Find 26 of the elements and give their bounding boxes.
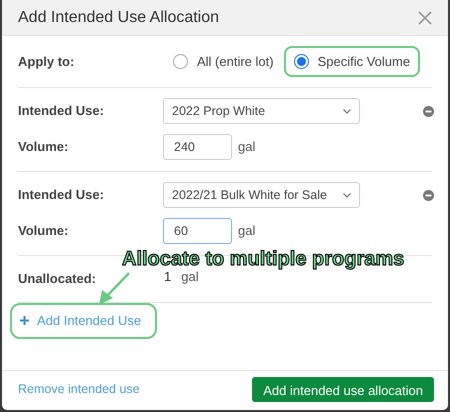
field-label: Volume: [18, 138, 70, 156]
dialog-title: Add Intended Use Allocation [18, 8, 220, 28]
annotation-arrow [99, 272, 130, 305]
field-label: Volume: [18, 222, 70, 240]
unit-label: gal [238, 138, 256, 156]
unit-label: gal [238, 222, 256, 240]
field-label: Intended Use: [18, 186, 105, 204]
remove-icon[interactable] [423, 106, 434, 116]
caret-icon [343, 192, 351, 198]
intended-use-select[interactable]: 2022 Prop White [163, 98, 360, 124]
remove-icon[interactable] [423, 190, 434, 200]
radio-option[interactable]: All (entire lot) [163, 46, 284, 78]
plus-icon [20, 316, 29, 326]
intended-use-select[interactable]: 2022/21 Bulk White for Sale [163, 182, 360, 208]
caret-icon [343, 108, 351, 114]
unit-label: gal [181, 268, 199, 286]
field-label: Intended Use: [18, 102, 105, 120]
volume-input[interactable]: 240 [163, 134, 232, 160]
radio-option[interactable]: Specific Volume [284, 46, 420, 78]
field-label: Apply to: [18, 52, 76, 71]
annotation-text: Allocate to multiple programs [122, 248, 404, 270]
unallocated-value: 1 [163, 268, 172, 286]
field-label: Unallocated: [18, 271, 96, 286]
close-icon[interactable] [418, 10, 432, 24]
volume-input[interactable]: 60 [163, 218, 232, 244]
submit-button[interactable]: Add intended use allocation [252, 377, 434, 402]
